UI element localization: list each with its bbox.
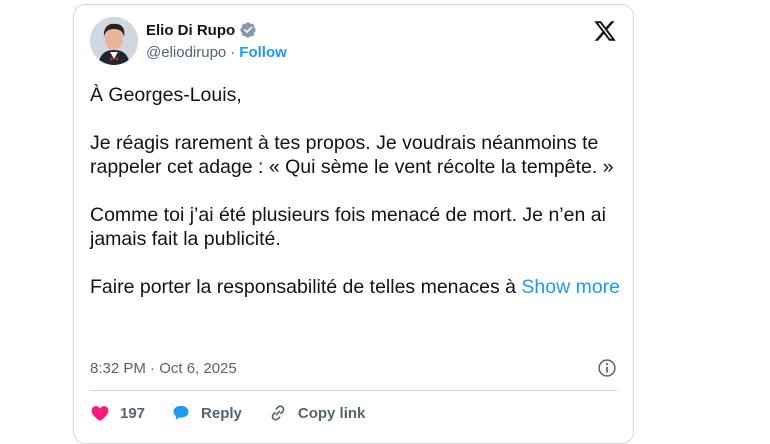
tweet-timestamp[interactable]: 8:32 PM · Oct 6, 2025 <box>90 360 237 377</box>
copy-link-label: Copy link <box>297 404 366 422</box>
tweet-text: À Georges-Louis, Je réagis rarement à te… <box>90 83 620 299</box>
tweet-card: Elio Di Rupo @eliodirupo · Follow À Geor… <box>73 4 634 444</box>
divider <box>90 390 617 391</box>
handle-separator: · <box>230 44 236 61</box>
like-button[interactable]: 197 <box>90 403 145 423</box>
follow-button[interactable]: Follow <box>239 44 287 61</box>
heart-icon <box>91 406 109 421</box>
avatar[interactable] <box>90 17 138 65</box>
like-count: 197 <box>120 404 146 422</box>
info-icon[interactable] <box>597 358 617 378</box>
reply-button[interactable]: Reply <box>171 403 242 423</box>
tweet-body: À Georges-Louis, Je réagis rarement à te… <box>90 84 614 298</box>
author-handle[interactable]: @eliodirupo <box>146 44 226 61</box>
link-icon <box>271 405 285 421</box>
show-more-link[interactable]: Show more <box>521 276 620 298</box>
author-name[interactable]: Elio Di Rupo <box>146 22 235 39</box>
x-logo-icon[interactable] <box>593 19 617 43</box>
reply-label: Reply <box>201 404 242 422</box>
reply-bubble-icon <box>173 405 189 421</box>
verified-badge-icon <box>240 22 256 38</box>
copy-link-button[interactable]: Copy link <box>268 403 366 423</box>
action-bar: 197 Reply Copy link <box>90 400 365 426</box>
